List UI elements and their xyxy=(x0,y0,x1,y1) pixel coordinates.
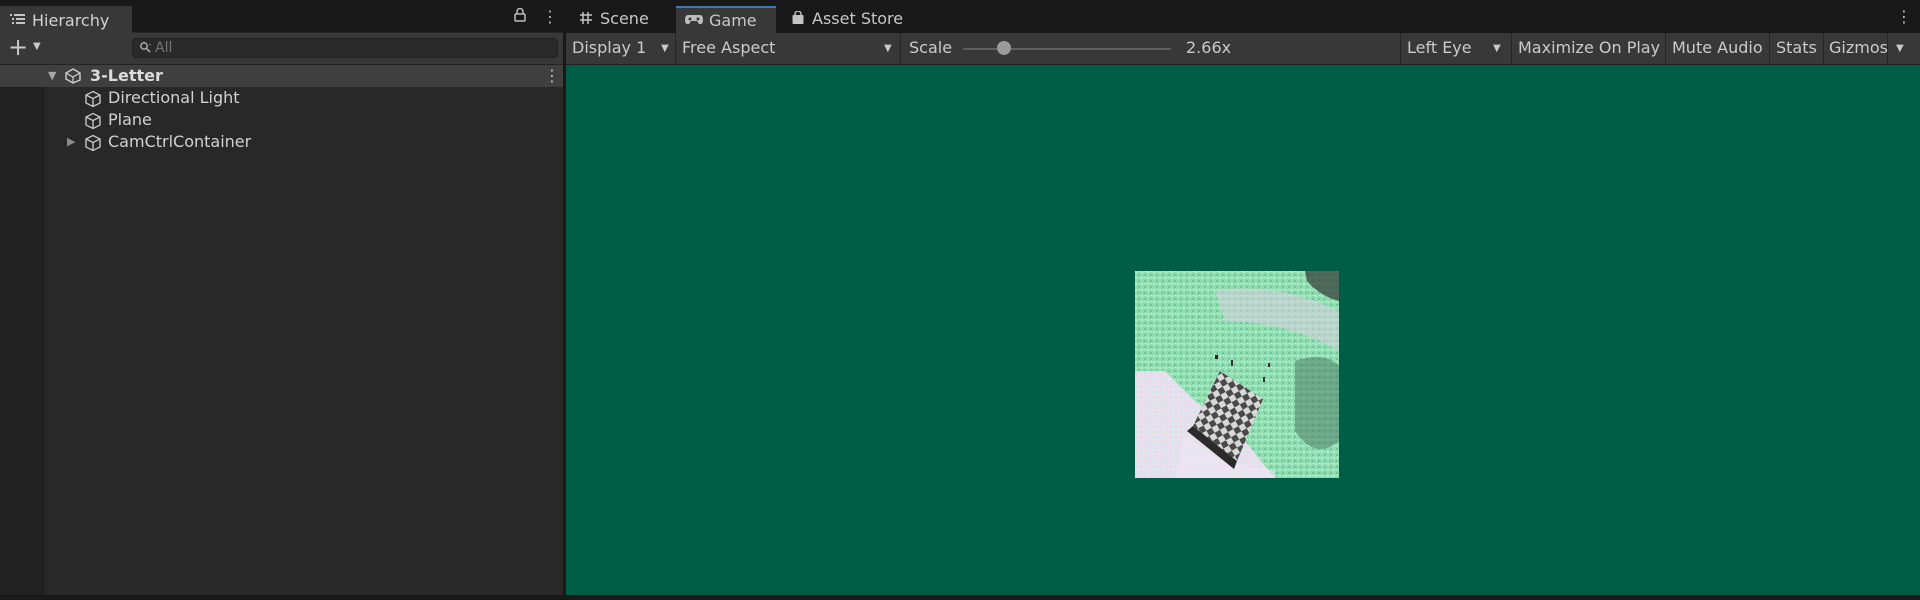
hierarchy-item-label: Plane xyxy=(108,110,152,129)
scene-name: 3-Letter xyxy=(90,66,163,85)
scale-slider-handle[interactable] xyxy=(997,41,1011,55)
lock-icon[interactable] xyxy=(514,7,526,26)
game-render-picture xyxy=(1135,271,1339,478)
hierarchy-options-icon[interactable]: ⋮ xyxy=(542,8,558,26)
search-input[interactable] xyxy=(155,39,545,57)
gizmos-dropdown[interactable]: ▼ xyxy=(1888,33,1916,64)
hierarchy-item-camctrlcontainer[interactable]: ▶ CamCtrlContainer xyxy=(0,131,563,153)
game-panel: Scene Game Asset Store ⋮ Display 1 ▼ Fre… xyxy=(566,6,1920,600)
display-dropdown[interactable]: Display 1 ▼ xyxy=(566,33,676,64)
editor-bottom-border xyxy=(0,595,1920,600)
tab-label: Asset Store xyxy=(812,9,904,28)
eye-dropdown[interactable]: Left Eye ▼ xyxy=(1400,33,1512,64)
maximize-on-play-label: Maximize On Play xyxy=(1518,38,1661,57)
hierarchy-tab-label: Hierarchy xyxy=(32,11,110,30)
chevron-down-icon: ▼ xyxy=(1493,43,1501,54)
tab-hierarchy[interactable]: Hierarchy xyxy=(0,6,132,33)
search-icon xyxy=(140,42,151,53)
game-toolbar: Display 1 ▼ Free Aspect ▼ Scale 2.66x Le… xyxy=(566,33,1920,65)
hierarchy-toolbar: + ▼ xyxy=(0,33,563,65)
hierarchy-item-plane[interactable]: Plane xyxy=(0,109,563,131)
shopping-bag-icon xyxy=(792,11,804,24)
expand-arrow-icon[interactable]: ▶ xyxy=(67,135,75,148)
chevron-down-icon: ▼ xyxy=(661,43,669,54)
chevron-down-icon[interactable]: ▼ xyxy=(33,41,41,52)
mute-audio-label: Mute Audio xyxy=(1672,38,1763,57)
scale-slider-track[interactable] xyxy=(963,48,1171,50)
tab-label: Scene xyxy=(600,9,649,28)
mute-audio-toggle[interactable]: Mute Audio xyxy=(1666,33,1770,64)
stats-label: Stats xyxy=(1776,38,1817,57)
scene-row[interactable]: ▼ 3-Letter ⋮ xyxy=(0,65,563,87)
tab-scene[interactable]: Scene xyxy=(566,6,676,33)
editor-tab-bar: Scene Game Asset Store ⋮ xyxy=(566,6,1920,33)
list-icon xyxy=(10,14,25,24)
gamepad-icon xyxy=(685,15,703,25)
hierarchy-panel: Hierarchy ⋮ + ▼ ▼ 3-Letter ⋮ Dir xyxy=(0,6,563,600)
aspect-label: Free Aspect xyxy=(682,38,776,57)
hierarchy-search-field[interactable] xyxy=(132,38,558,58)
tab-asset-store[interactable]: Asset Store xyxy=(776,6,926,33)
display-label: Display 1 xyxy=(572,38,647,57)
grid-hash-icon xyxy=(580,12,592,24)
gameobject-cube-icon xyxy=(85,112,101,130)
scene-options-icon[interactable]: ⋮ xyxy=(544,66,560,85)
gameobject-cube-icon xyxy=(85,90,101,108)
hierarchy-item-directional-light[interactable]: Directional Light xyxy=(0,87,563,109)
tab-label: Game xyxy=(709,11,757,30)
eye-label: Left Eye xyxy=(1407,38,1472,57)
add-icon[interactable]: + xyxy=(8,35,28,59)
hierarchy-item-label: CamCtrlContainer xyxy=(108,132,252,151)
gizmos-toggle[interactable]: Gizmos xyxy=(1824,33,1888,64)
aspect-dropdown[interactable]: Free Aspect ▼ xyxy=(676,33,901,64)
chevron-down-icon: ▼ xyxy=(884,43,892,54)
tab-game[interactable]: Game xyxy=(676,6,776,33)
gameobject-cube-icon xyxy=(85,134,101,152)
scale-value: 2.66x xyxy=(1186,38,1232,57)
chevron-down-icon: ▼ xyxy=(1896,43,1904,54)
panel-options-icon[interactable]: ⋮ xyxy=(1896,8,1912,26)
game-render-image xyxy=(1135,271,1339,478)
maximize-on-play-toggle[interactable]: Maximize On Play xyxy=(1512,33,1666,64)
scale-label: Scale xyxy=(909,38,953,57)
stats-toggle[interactable]: Stats xyxy=(1770,33,1824,64)
game-viewport[interactable] xyxy=(566,65,1920,600)
expand-arrow-icon[interactable]: ▼ xyxy=(48,69,56,82)
unity-scene-icon xyxy=(65,68,81,84)
hierarchy-item-label: Directional Light xyxy=(108,88,240,107)
gizmos-label: Gizmos xyxy=(1829,38,1888,57)
